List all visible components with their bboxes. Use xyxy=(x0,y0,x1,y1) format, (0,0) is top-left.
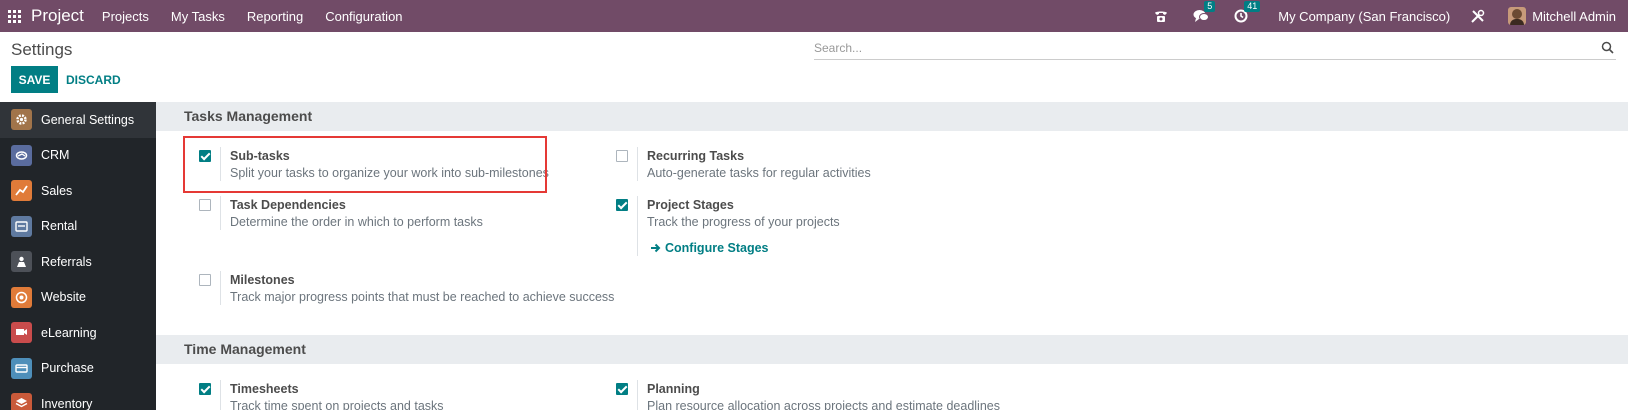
recurring-tasks-checkbox[interactable] xyxy=(616,150,628,162)
referrals-icon xyxy=(11,251,32,273)
sidebar-item-sales[interactable]: Sales xyxy=(0,173,156,209)
sidebar-item-inventory[interactable]: Inventory xyxy=(0,386,156,410)
setting-title: Milestones xyxy=(230,273,295,287)
arrow-right-icon xyxy=(651,243,661,253)
user-avatar[interactable] xyxy=(1508,7,1527,25)
planning-checkbox[interactable] xyxy=(616,383,628,395)
gear-icon xyxy=(11,109,32,131)
rental-icon xyxy=(11,215,32,237)
setting-description: Determine the order in which to perform … xyxy=(230,215,483,229)
configure-stages-label: Configure Stages xyxy=(665,241,769,255)
setting-divider xyxy=(637,147,638,181)
sidebar-item-referrals[interactable]: Referrals xyxy=(0,244,156,280)
setting-title: Task Dependencies xyxy=(230,198,346,212)
sidebar-item-label: Purchase xyxy=(41,361,94,376)
setting-divider xyxy=(220,380,221,410)
search-icon[interactable] xyxy=(1601,41,1614,57)
menu-my-tasks[interactable]: My Tasks xyxy=(171,9,225,24)
search-input[interactable] xyxy=(814,38,1584,58)
globe-icon xyxy=(11,286,32,308)
sidebar-item-elearning[interactable]: eLearning xyxy=(0,315,156,351)
elearning-icon xyxy=(11,322,32,344)
setting-description: Plan resource allocation across projects… xyxy=(647,399,1000,410)
sidebar-item-purchase[interactable]: Purchase xyxy=(0,351,156,387)
setting-title: Timesheets xyxy=(230,382,299,396)
sidebar-item-general-settings[interactable]: General Settings xyxy=(0,102,156,138)
control-panel: Settings SAVE DISCARD xyxy=(0,32,1628,100)
inventory-icon xyxy=(11,393,32,410)
messages-icon[interactable]: 5 xyxy=(1192,1,1216,25)
configure-stages-link[interactable]: Configure Stages xyxy=(650,241,769,255)
section-title: Time Management xyxy=(184,341,306,357)
activities-badge: 41 xyxy=(1244,1,1261,12)
debug-tools-icon[interactable] xyxy=(1468,7,1486,25)
task-dependencies-checkbox[interactable] xyxy=(199,199,211,211)
timesheets-checkbox[interactable] xyxy=(199,383,211,395)
setting-title: Recurring Tasks xyxy=(647,149,745,163)
setting-title: Planning xyxy=(647,382,700,396)
setting-divider xyxy=(637,196,638,256)
company-switcher[interactable]: My Company (San Francisco) xyxy=(1278,9,1450,24)
highlight-annotation-box xyxy=(183,136,547,193)
sidebar-item-rental[interactable]: Rental xyxy=(0,209,156,245)
sidebar-item-label: Sales xyxy=(41,183,73,198)
setting-description: Track major progress points that must be… xyxy=(230,290,615,304)
phone-icon[interactable] xyxy=(1152,7,1170,25)
activities-icon[interactable]: 41 xyxy=(1232,1,1261,25)
setting-divider xyxy=(220,196,221,230)
section-header-time: Time Management xyxy=(156,335,1628,364)
milestones-checkbox[interactable] xyxy=(199,274,211,286)
save-button[interactable]: SAVE xyxy=(11,66,58,93)
setting-description: Auto-generate tasks for regular activiti… xyxy=(647,166,871,180)
sidebar-item-label: eLearning xyxy=(41,325,97,340)
setting-description: Track time spent on projects and tasks xyxy=(230,399,444,410)
search-bar xyxy=(814,38,1616,60)
setting-description: Track the progress of your projects xyxy=(647,215,840,229)
menu-projects[interactable]: Projects xyxy=(102,9,149,24)
setting-divider xyxy=(637,380,638,410)
menu-configuration[interactable]: Configuration xyxy=(325,9,402,24)
messages-badge: 5 xyxy=(1204,1,1216,12)
project-stages-checkbox[interactable] xyxy=(616,199,628,211)
purchase-icon xyxy=(11,357,32,379)
discard-button[interactable]: DISCARD xyxy=(66,66,121,93)
page-title: Settings xyxy=(11,40,73,59)
sidebar-item-crm[interactable]: CRM xyxy=(0,138,156,174)
section-title: Tasks Management xyxy=(184,108,313,124)
section-header-tasks: Tasks Management xyxy=(156,102,1628,131)
settings-sidebar: General Settings CRM Sales Rental Referr… xyxy=(0,102,156,410)
setting-title: Project Stages xyxy=(647,198,734,212)
chart-icon xyxy=(11,180,32,202)
top-navbar: Project Projects My Tasks Reporting Conf… xyxy=(0,0,1628,32)
sidebar-item-label: Rental xyxy=(41,219,78,234)
sidebar-item-website[interactable]: Website xyxy=(0,280,156,316)
sidebar-item-label: General Settings xyxy=(41,112,135,127)
sidebar-item-label: Referrals xyxy=(41,254,92,269)
sidebar-item-label: Inventory xyxy=(41,396,93,410)
app-brand[interactable]: Project xyxy=(31,6,84,26)
sidebar-item-label: CRM xyxy=(41,148,70,163)
setting-divider xyxy=(220,271,221,305)
handshake-icon xyxy=(11,144,32,166)
sidebar-item-label: Website xyxy=(41,290,86,305)
user-menu[interactable]: Mitchell Admin xyxy=(1532,9,1616,24)
menu-reporting[interactable]: Reporting xyxy=(247,9,303,24)
app-menu-icon[interactable] xyxy=(8,9,22,23)
